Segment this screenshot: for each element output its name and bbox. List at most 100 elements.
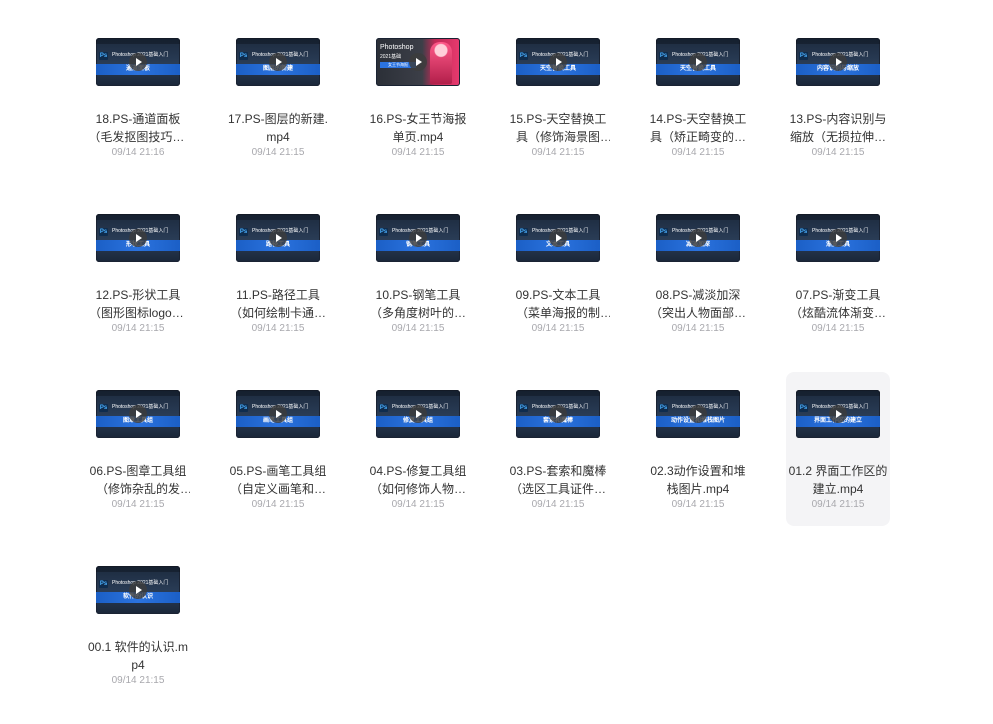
file-tile[interactable]: PsPhotoshop 2021基础入门天空替换工具 14.PS-天空替换工具（矫… — [646, 20, 750, 174]
file-tile[interactable]: PsPhotoshop 2021基础入门天空替换工具 15.PS-天空替换工具（修… — [506, 20, 610, 174]
play-icon[interactable] — [689, 229, 707, 247]
video-thumbnail[interactable]: PsPhotoshop 2021基础入门图章工具组 — [96, 390, 180, 438]
file-name: 11.PS-路径工具（如何绘制卡通形象）.mp4 — [229, 288, 326, 320]
play-icon[interactable] — [269, 53, 287, 71]
play-icon[interactable] — [549, 53, 567, 71]
play-icon[interactable] — [409, 53, 427, 71]
thumbnail-top-strip — [236, 38, 320, 44]
file-date: 09/14 21:15 — [811, 147, 865, 158]
file-tile[interactable]: PsPhotoshop 2021基础入门减淡加深 08.PS-减淡加深（突出人物面… — [646, 196, 750, 350]
file-name: 03.PS-套索和魔棒（选区工具证件照换底色）.mp4 — [509, 464, 607, 496]
file-tile[interactable]: PsPhotoshop 2021基础入门画笔工具组 05.PS-画笔工具组（自定义… — [226, 372, 330, 526]
file-date: 09/14 21:15 — [811, 323, 865, 334]
thumbnail-top-strip — [796, 390, 880, 396]
file-date: 09/14 21:15 — [811, 499, 865, 510]
photoshop-logo-icon: Ps — [239, 228, 248, 236]
video-thumbnail[interactable]: PsPhotoshop 2021基础入门界面工作区的建立 — [796, 390, 880, 438]
photoshop-logo-icon: Ps — [519, 52, 528, 60]
play-icon[interactable] — [409, 229, 427, 247]
video-thumbnail[interactable]: PsPhotoshop 2021基础入门天空替换工具 — [656, 38, 740, 86]
thumbnail-top-strip — [96, 214, 180, 220]
play-icon[interactable] — [269, 229, 287, 247]
thumbnail-top-strip — [376, 214, 460, 220]
photoshop-logo-icon: Ps — [99, 52, 108, 60]
file-name: 00.1 软件的认识.mp4 — [87, 640, 189, 672]
play-icon[interactable] — [409, 405, 427, 423]
file-date: 09/14 21:15 — [251, 323, 305, 334]
file-tile[interactable]: PsPhotoshop 2021基础入门动作设置和堆栈图片 02.3动作设置和堆栈… — [646, 372, 750, 526]
file-tile[interactable]: PsPhotoshop 2021基础入门内容识别与缩放 13.PS-内容识别与缩放… — [786, 20, 890, 174]
video-thumbnail[interactable]: PsPhotoshop 2021基础入门画笔工具组 — [236, 390, 320, 438]
photoshop-logo-icon: Ps — [379, 404, 388, 412]
video-thumbnail[interactable]: PsPhotoshop 2021基础入门天空替换工具 — [516, 38, 600, 86]
photoshop-logo-icon: Ps — [659, 404, 668, 412]
file-date: 09/14 21:15 — [671, 323, 725, 334]
file-tile[interactable]: PsPhotoshop 2021基础入门软件的认识 00.1 软件的认识.mp4 0… — [86, 548, 190, 702]
thumbnail-top-strip — [796, 214, 880, 220]
file-tile[interactable]: PsPhotoshop 2021基础入门渐变工具 07.PS-渐变工具（炫酷流体渐… — [786, 196, 890, 350]
file-name: 09.PS-文本工具（菜单海报的制作）.mp4 — [515, 288, 601, 320]
file-tile[interactable]: PsPhotoshop 2021基础入门形状工具 12.PS-形状工具（图形图标l… — [86, 196, 190, 350]
file-grid: PsPhotoshop 2021基础入门通道面板 18.PS-通道面板（毛发抠图技… — [70, 20, 910, 724]
thumbnail-top-strip — [516, 390, 600, 396]
video-thumbnail[interactable]: PsPhotoshop 2021基础入门形状工具 — [96, 214, 180, 262]
video-thumbnail[interactable]: PsPhotoshop 2021基础入门套索和魔棒 — [516, 390, 600, 438]
file-name: 13.PS-内容识别与缩放（无损拉伸图片）.mp4 — [789, 112, 887, 144]
play-icon[interactable] — [549, 229, 567, 247]
play-icon[interactable] — [129, 53, 147, 71]
file-date: 09/14 21:16 — [111, 147, 165, 158]
file-tile[interactable]: PsPhotoshop 2021基础入门钢笔工具 10.PS-钢笔工具（多角度树叶… — [366, 196, 470, 350]
file-date: 09/14 21:15 — [531, 499, 585, 510]
play-icon[interactable] — [129, 229, 147, 247]
play-icon[interactable] — [689, 405, 707, 423]
video-thumbnail[interactable]: PsPhotoshop 2021基础入门图层的新建 — [236, 38, 320, 86]
file-tile[interactable]: PsPhotoshop 2021基础入门文本工具 09.PS-文本工具（菜单海报的… — [506, 196, 610, 350]
file-date: 09/14 21:15 — [391, 147, 445, 158]
file-tile[interactable]: PsPhotoshop 2021基础入门套索和魔棒 03.PS-套索和魔棒（选区工… — [506, 372, 610, 526]
file-date: 09/14 21:15 — [531, 147, 585, 158]
play-icon[interactable] — [829, 53, 847, 71]
file-tile[interactable]: PsPhotoshop 2021基础入门图章工具组 06.PS-图章工具组（修饰杂… — [86, 372, 190, 526]
file-tile[interactable]: PsPhotoshop 2021基础入门界面工作区的建立 01.2 界面工作区的建… — [786, 372, 890, 526]
video-thumbnail[interactable]: PsPhotoshop 2021基础入门通道面板 — [96, 38, 180, 86]
file-name: 01.2 界面工作区的建立.mp4 — [788, 464, 888, 496]
photoshop-logo-icon: Ps — [99, 404, 108, 412]
video-thumbnail[interactable]: Photoshop 2021基础 女王节海报 — [376, 38, 460, 86]
thumbnail-top-strip — [516, 214, 600, 220]
photoshop-logo-icon: Ps — [799, 52, 808, 60]
video-thumbnail[interactable]: PsPhotoshop 2021基础入门钢笔工具 — [376, 214, 460, 262]
file-tile[interactable]: Photoshop 2021基础 女王节海报 16.PS-女王节海报单页.mp4 09/… — [366, 20, 470, 174]
thumbnail-top-strip — [96, 38, 180, 44]
file-name: 15.PS-天空替换工具（修饰海景图片）.mp4 — [509, 112, 607, 144]
play-icon[interactable] — [129, 581, 147, 599]
play-icon[interactable] — [829, 229, 847, 247]
file-tile[interactable]: PsPhotoshop 2021基础入门通道面板 18.PS-通道面板（毛发抠图技… — [86, 20, 190, 174]
thumbnail-figure — [430, 42, 452, 84]
file-name: 04.PS-修复工具组（如何修饰人物面部）.mp4 — [369, 464, 467, 496]
video-thumbnail[interactable]: PsPhotoshop 2021基础入门减淡加深 — [656, 214, 740, 262]
thumbnail-top-strip — [376, 390, 460, 396]
video-thumbnail[interactable]: PsPhotoshop 2021基础入门软件的认识 — [96, 566, 180, 614]
thumbnail-top-strip — [656, 38, 740, 44]
thumbnail-title: Photoshop — [380, 44, 414, 51]
thumbnail-subtitle: 2021基础 — [380, 54, 402, 60]
thumbnail-top-strip — [656, 390, 740, 396]
play-icon[interactable] — [129, 405, 147, 423]
play-icon[interactable] — [269, 405, 287, 423]
file-tile[interactable]: PsPhotoshop 2021基础入门路径工具 11.PS-路径工具（如何绘制卡… — [226, 196, 330, 350]
video-thumbnail[interactable]: PsPhotoshop 2021基础入门文本工具 — [516, 214, 600, 262]
photoshop-logo-icon: Ps — [799, 228, 808, 236]
file-name: 18.PS-通道面板（毛发抠图技巧）.mp4 — [88, 112, 188, 144]
file-tile[interactable]: PsPhotoshop 2021基础入门图层的新建 17.PS-图层的新建.mp4… — [226, 20, 330, 174]
file-name: 07.PS-渐变工具（炫酷流体渐变海报）.mp4 — [789, 288, 886, 320]
video-thumbnail[interactable]: PsPhotoshop 2021基础入门渐变工具 — [796, 214, 880, 262]
play-icon[interactable] — [689, 53, 707, 71]
video-thumbnail[interactable]: PsPhotoshop 2021基础入门动作设置和堆栈图片 — [656, 390, 740, 438]
play-icon[interactable] — [549, 405, 567, 423]
video-thumbnail[interactable]: PsPhotoshop 2021基础入门路径工具 — [236, 214, 320, 262]
video-thumbnail[interactable]: PsPhotoshop 2021基础入门修复工具组 — [376, 390, 460, 438]
play-icon[interactable] — [829, 405, 847, 423]
file-tile[interactable]: PsPhotoshop 2021基础入门修复工具组 04.PS-修复工具组（如何修… — [366, 372, 470, 526]
video-thumbnail[interactable]: PsPhotoshop 2021基础入门内容识别与缩放 — [796, 38, 880, 86]
file-name: 05.PS-画笔工具组（自定义画笔和图案）.mp4 — [229, 464, 327, 496]
